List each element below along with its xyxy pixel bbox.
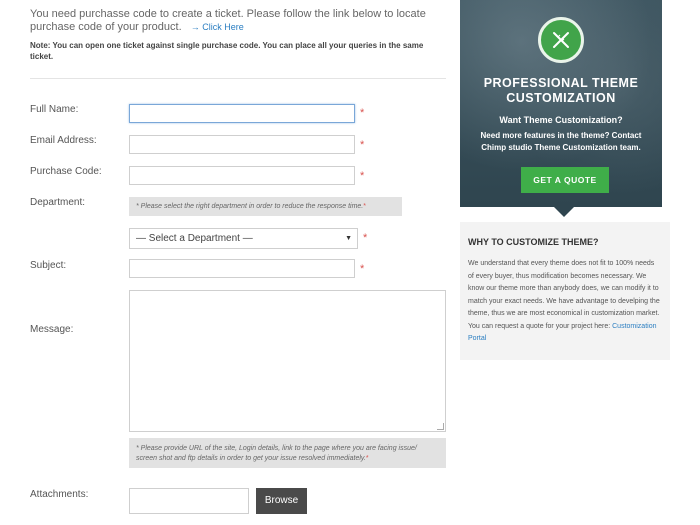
message-hint-star: * [365,455,369,462]
promo-subtitle: Want Theme Customization? [499,115,623,125]
department-select[interactable]: — Select a Department — ▼ [129,228,358,249]
click-here-label: Click Here [202,22,244,32]
full-name-input[interactable] [129,104,355,123]
subject-input[interactable] [129,259,355,278]
get-a-quote-button[interactable]: GET A QUOTE [521,167,609,193]
email-label: Email Address: [30,135,97,146]
full-name-label: Full Name: [30,104,79,115]
message-textarea[interactable] [129,290,446,432]
purchase-code-required-mark: * [360,170,365,182]
email-input[interactable] [129,135,355,154]
promo-description: Need more features in the theme? Contact… [480,131,642,152]
ticket-form-area: You need purchasse code to create a tick… [30,0,446,514]
customization-promo: PROFESSIONAL THEME CUSTOMIZATION Want Th… [460,0,662,217]
department-hint-star: * [363,203,366,210]
caret-down-icon: ▼ [345,235,352,242]
department-label: Department: [30,197,86,208]
arrow-right-icon: → [190,22,200,32]
message-label: Message: [30,324,74,335]
purchase-note: Note: You can open one ticket against si… [30,41,424,61]
full-name-required-mark: * [360,107,365,119]
subject-required-mark: * [360,263,365,275]
why-body: We understand that every theme does not … [468,260,660,330]
attachments-label: Attachments: [30,489,89,500]
department-hint: * Please select the right department in … [129,197,402,216]
subject-label: Subject: [30,260,67,271]
message-hint-text: * Please provide URL of the site, Login … [136,445,417,462]
email-required-mark: * [360,139,365,151]
department-hint-text: * Please select the right department in … [136,203,364,210]
why-title: WHY TO CUSTOMIZE THEME? [468,237,599,247]
resize-grip-icon[interactable] [437,423,444,430]
intro-text: You need purchasse code to create a tick… [30,8,446,34]
pencil-ruler-icon [538,17,584,63]
browse-button[interactable]: Browse [256,488,307,514]
purchase-code-input[interactable] [129,166,355,185]
click-here-link[interactable]: → Click Here [191,22,244,32]
department-selected-value: — Select a Department — [136,233,253,244]
promo-title: PROFESSIONAL THEME CUSTOMIZATION [483,76,639,105]
department-required-mark: * [363,232,368,244]
message-hint: * Please provide URL of the site, Login … [129,438,446,468]
section-divider [30,78,446,79]
why-customize-box: WHY TO CUSTOMIZE THEME? We understand th… [460,222,670,360]
why-text: We understand that every theme does not … [468,258,662,346]
attachment-file-input[interactable] [129,488,249,514]
purchase-code-label: Purchase Code: [30,166,102,177]
promo-pointer [554,207,574,217]
